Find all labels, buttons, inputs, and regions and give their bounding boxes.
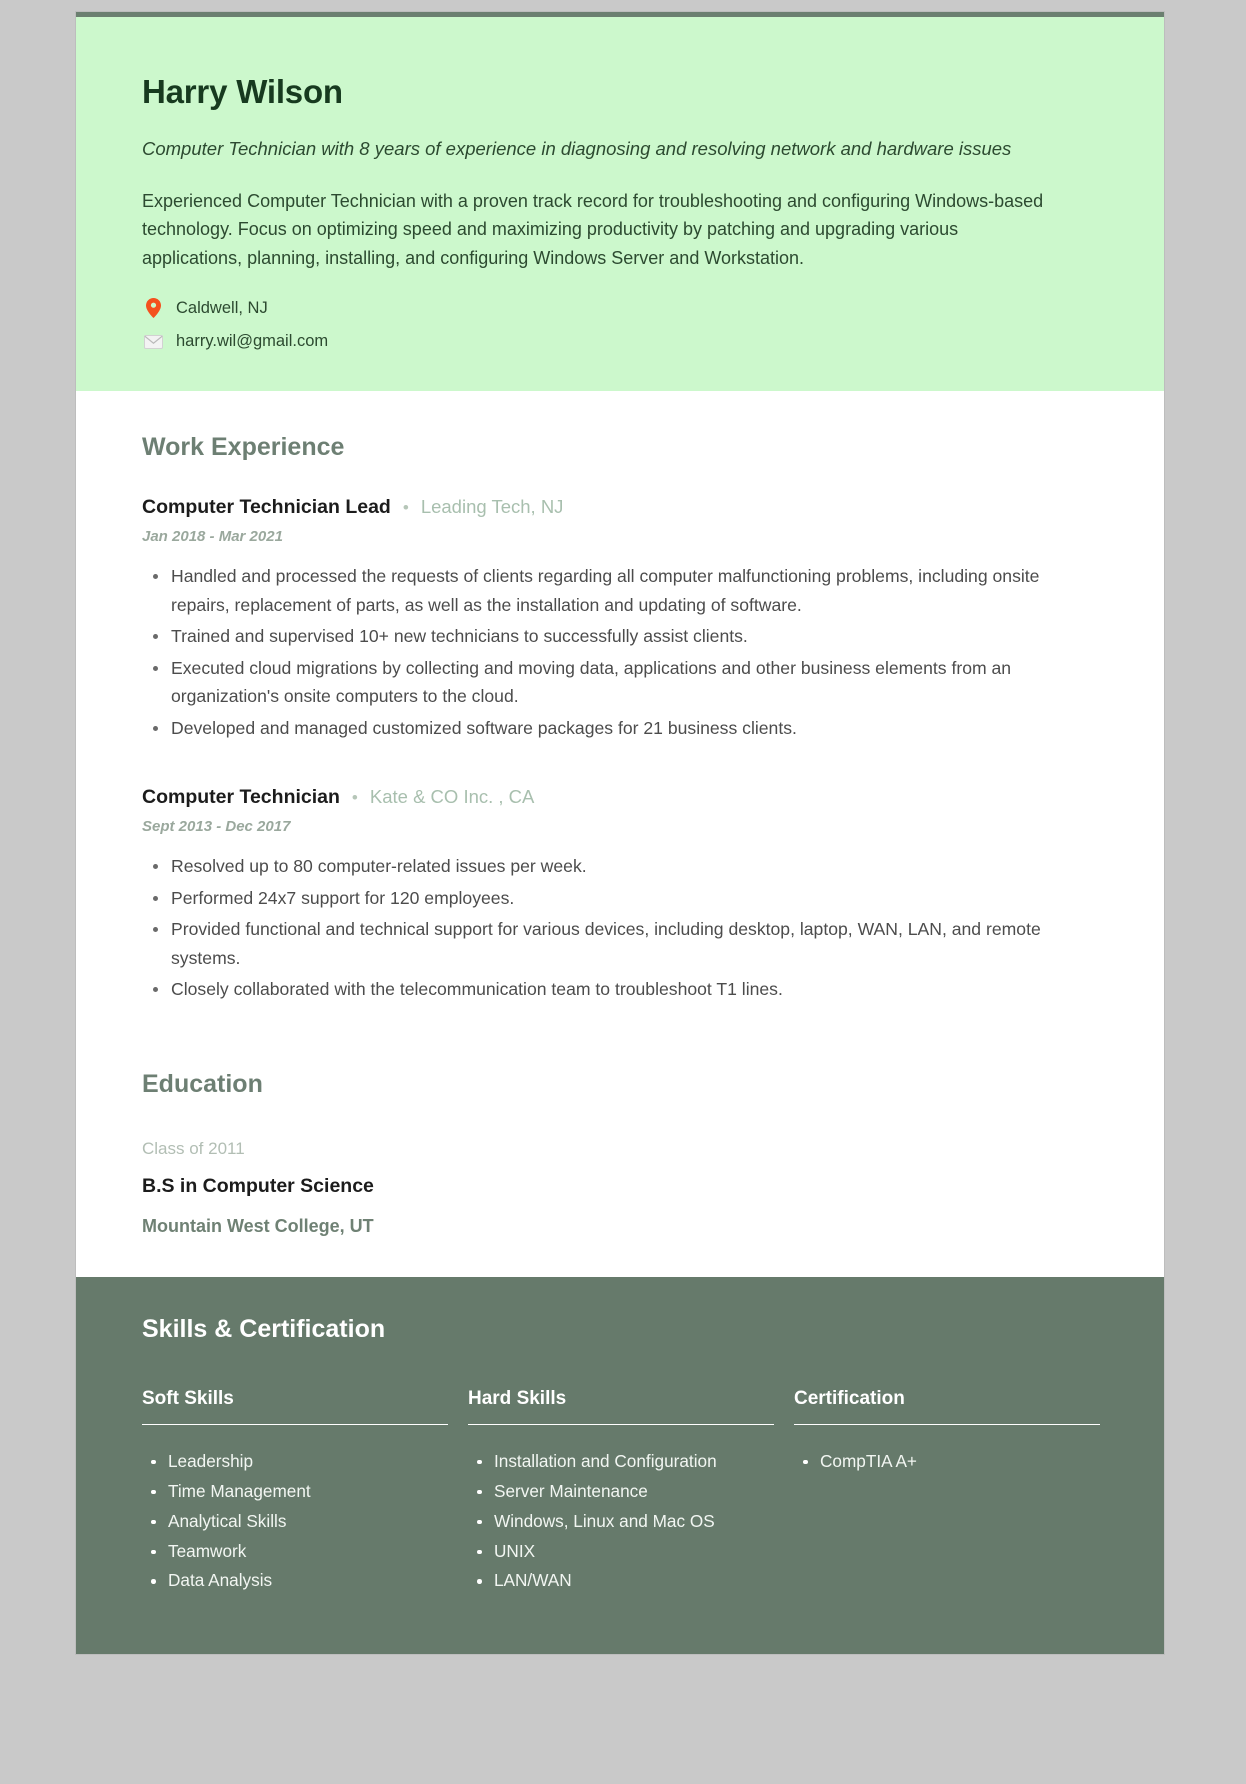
job-bullet-list: Resolved up to 80 computer-related issue… — [142, 852, 1100, 1004]
list-item: Handled and processed the requests of cl… — [142, 562, 1100, 619]
job-dates: Jan 2018 - Mar 2021 — [142, 528, 283, 546]
contact-email-text: harry.wil@gmail.com — [176, 332, 329, 351]
contact-email: harry.wil@gmail.com — [142, 332, 1100, 351]
resume-body: Work Experience Computer Technician Lead… — [76, 433, 1164, 1237]
education-class-of: Class of 2011 — [142, 1138, 245, 1158]
list-item: Performed 24x7 support for 120 employees… — [142, 884, 1100, 913]
page-background: Harry Wilson Computer Technician with 8 … — [0, 0, 1246, 1784]
skills-section: Skills & Certification Soft Skills Leade… — [76, 1276, 1164, 1655]
work-entry: Computer Technician Lead • Leading Tech,… — [142, 496, 1100, 742]
job-bullet-list: Handled and processed the requests of cl… — [142, 562, 1100, 742]
list-item: Closely collaborated with the telecommun… — [142, 975, 1100, 1004]
skills-list: Leadership Time Management Analytical Sk… — [142, 1447, 448, 1597]
work-entry-header: Computer Technician • Kate & CO Inc. , C… — [142, 786, 1100, 809]
list-item: Server Maintenance — [468, 1477, 774, 1507]
bullet-separator-icon: • — [402, 498, 409, 518]
skills-column-heading: Certification — [794, 1388, 1100, 1425]
list-item: Executed cloud migrations by collecting … — [142, 654, 1100, 711]
list-item: Leadership — [142, 1447, 448, 1477]
skills-column-heading: Soft Skills — [142, 1388, 448, 1425]
list-item: Installation and Configuration — [468, 1447, 774, 1477]
list-item: Data Analysis — [142, 1566, 448, 1596]
skills-column-heading: Hard Skills — [468, 1388, 774, 1425]
education-heading: Education — [142, 1069, 263, 1098]
list-item: UNIX — [468, 1537, 774, 1567]
skills-list: CompTIA A+ — [794, 1447, 1100, 1477]
skills-column-soft: Soft Skills Leadership Time Management A… — [142, 1388, 448, 1597]
list-item: Windows, Linux and Mac OS — [468, 1507, 774, 1537]
job-title: Computer Technician — [142, 786, 340, 809]
list-item: CompTIA A+ — [794, 1447, 1100, 1477]
list-item: LAN/WAN — [468, 1566, 774, 1596]
skills-column-hard: Hard Skills Installation and Configurati… — [468, 1388, 774, 1597]
skills-list: Installation and Configuration Server Ma… — [468, 1447, 774, 1597]
list-item: Analytical Skills — [142, 1507, 448, 1537]
list-item: Developed and managed customized softwar… — [142, 714, 1100, 743]
envelope-icon — [142, 334, 164, 349]
job-title: Computer Technician Lead — [142, 496, 391, 519]
education-school: Mountain West College, UT — [142, 1215, 374, 1236]
job-dates: Sept 2013 - Dec 2017 — [142, 818, 291, 836]
education-degree: B.S in Computer Science — [142, 1174, 374, 1197]
resume-header: Harry Wilson Computer Technician with 8 … — [76, 17, 1164, 392]
skills-columns: Soft Skills Leadership Time Management A… — [142, 1388, 1100, 1597]
list-item: Trained and supervised 10+ new technicia… — [142, 622, 1100, 651]
header-tagline: Computer Technician with 8 years of expe… — [142, 138, 1012, 159]
work-entry: Computer Technician • Kate & CO Inc. , C… — [142, 786, 1100, 1004]
resume-document: Harry Wilson Computer Technician with 8 … — [76, 12, 1164, 1655]
contact-location-text: Caldwell, NJ — [176, 298, 268, 317]
contact-location: Caldwell, NJ — [142, 298, 1100, 319]
list-item: Teamwork — [142, 1537, 448, 1567]
bullet-separator-icon: • — [351, 788, 358, 808]
job-company: Kate & CO Inc. , CA — [369, 786, 535, 808]
header-summary: Experienced Computer Technician with a p… — [142, 190, 1044, 268]
list-item: Provided functional and technical suppor… — [142, 915, 1100, 972]
job-company: Leading Tech, NJ — [420, 496, 564, 518]
work-experience-heading: Work Experience — [142, 433, 345, 462]
page-title: Harry Wilson — [142, 73, 343, 110]
work-entry-header: Computer Technician Lead • Leading Tech,… — [142, 496, 1100, 519]
map-pin-icon — [142, 298, 164, 319]
list-item: Resolved up to 80 computer-related issue… — [142, 852, 1100, 881]
skills-column-certification: Certification CompTIA A+ — [794, 1388, 1100, 1597]
list-item: Time Management — [142, 1477, 448, 1507]
skills-heading: Skills & Certification — [142, 1314, 386, 1343]
